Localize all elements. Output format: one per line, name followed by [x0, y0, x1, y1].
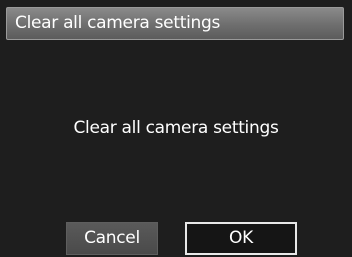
menu-title-bar: Clear all camera settings: [6, 7, 344, 40]
camera-menu-screen: Clear all camera settings Clear all came…: [0, 0, 352, 257]
confirmation-message: Clear all camera settings: [73, 118, 279, 138]
ok-button[interactable]: OK: [185, 222, 297, 255]
menu-title: Clear all camera settings: [15, 13, 221, 33]
cancel-button[interactable]: Cancel: [66, 222, 158, 255]
